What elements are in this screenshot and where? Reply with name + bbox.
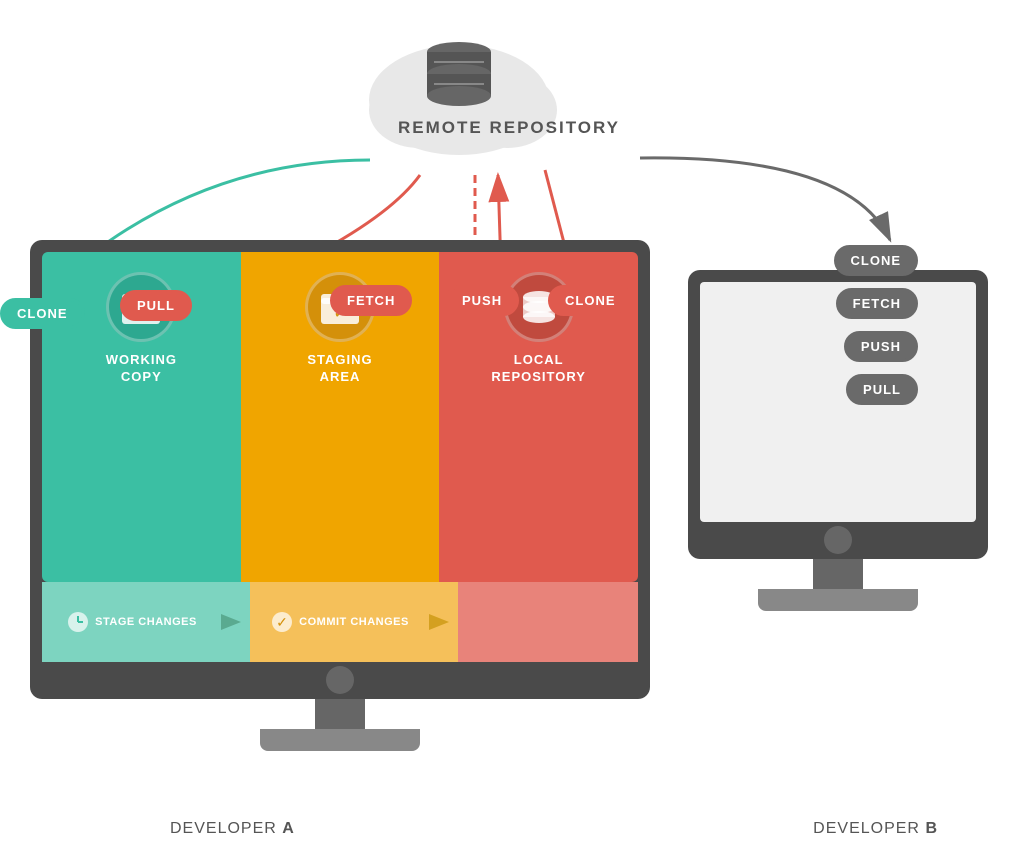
badge-clone-mid: CLONE bbox=[548, 285, 633, 316]
monitor-b bbox=[688, 270, 988, 611]
monitor-stand-b bbox=[688, 559, 988, 611]
badge-fetch-b: FETCH bbox=[836, 288, 918, 319]
badge-clone-left: CLONE bbox=[0, 298, 85, 329]
stage-changes-label: STAGE CHANGES bbox=[95, 615, 197, 629]
commit-changes-icon: ✓ bbox=[271, 611, 293, 633]
badge-push-b: PUSH bbox=[844, 331, 918, 362]
bottom-sa: ✓ COMMIT CHANGES bbox=[250, 582, 430, 662]
local-repo-title: LOCAL REPOSITORY bbox=[491, 352, 586, 386]
commit-changes-label: COMMIT CHANGES bbox=[299, 615, 409, 629]
staging-area-title: STAGING AREA bbox=[307, 352, 372, 386]
bottom-wc: STAGE CHANGES bbox=[42, 582, 222, 662]
monitor-stand-a bbox=[30, 699, 650, 751]
svg-text:✓: ✓ bbox=[276, 614, 288, 630]
badge-push: PUSH bbox=[445, 285, 519, 316]
monitor-bottom-bar-b bbox=[700, 526, 976, 554]
badge-pull-b: PULL bbox=[846, 374, 918, 405]
monitor-bottom-bar-a bbox=[42, 666, 638, 694]
stand-base-b bbox=[758, 589, 918, 611]
stand-neck-a bbox=[315, 699, 365, 729]
stand-base-a bbox=[260, 729, 420, 751]
badge-fetch: FETCH bbox=[330, 285, 412, 316]
monitor-button-b bbox=[824, 526, 852, 554]
developer-a-label: DEVELOPER A bbox=[170, 820, 295, 838]
stage-changes-icon bbox=[67, 611, 89, 633]
developer-b-label: DEVELOPER B bbox=[813, 820, 938, 838]
working-copy-title: WORKING COPY bbox=[106, 352, 177, 386]
bottom-lr bbox=[458, 582, 638, 662]
bottom-strip: STAGE CHANGES ✓ COMMIT CHANGES bbox=[42, 582, 638, 662]
badge-clone-b: CLONE bbox=[834, 245, 919, 276]
monitor-button-a bbox=[326, 666, 354, 694]
badge-pull: PULL bbox=[120, 290, 192, 321]
diagram-container: REMOTE REPOSITORY WORKING C bbox=[0, 0, 1018, 858]
remote-repo-label: REMOTE REPOSITORY bbox=[398, 118, 620, 138]
stand-neck-b bbox=[813, 559, 863, 589]
